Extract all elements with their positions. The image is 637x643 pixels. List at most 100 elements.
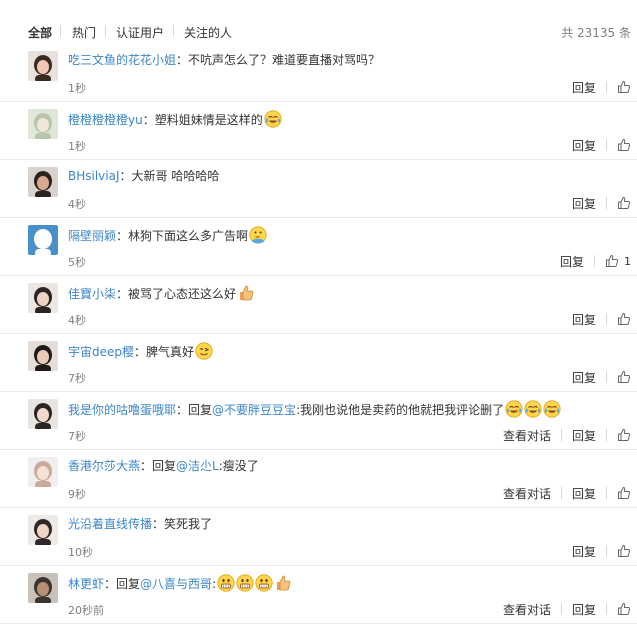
like-button[interactable] [617, 80, 631, 94]
comment-text: 塑料姐妹情是这样的 [154, 113, 263, 127]
mention-link[interactable]: @八喜与西哥 [140, 577, 212, 591]
tab-following[interactable]: 关注的人 [184, 24, 232, 41]
comment-time: 7秒 [68, 372, 86, 385]
comment-time: 1秒 [68, 140, 86, 153]
like-button[interactable] [617, 486, 631, 500]
comment-item: 宇宙deep樱：脾气真好 7秒 回复 [0, 334, 637, 392]
comment-item: 佳寶小柒：被骂了心态还这么好 4秒 回复 [0, 276, 637, 334]
reply-button[interactable]: 回复 [572, 137, 596, 154]
action-divider [606, 139, 607, 151]
user-avatar[interactable] [28, 167, 58, 197]
comment-item: 林更虾：回复@八喜与西哥: 20秒前 查看对话 回复 [0, 566, 637, 624]
comment-actions: 回复 1 [560, 253, 631, 269]
user-avatar[interactable] [28, 51, 58, 81]
thumbs-up-icon [617, 602, 631, 616]
comment-username[interactable]: 香港尔莎大燕 [68, 459, 140, 473]
comment-actions: 回复 [572, 79, 631, 95]
comment-content: 宇宙deep樱：脾气真好 [68, 342, 628, 364]
comment-username[interactable]: 宇宙deep樱 [68, 345, 134, 359]
comment-content: 橙橙橙橙橙yu：塑料姐妹情是这样的 [68, 110, 628, 132]
comment-colon: ： [176, 403, 189, 417]
like-button[interactable] [617, 370, 631, 384]
action-divider [606, 197, 607, 209]
comment-item: BHsilviaJ：大新哥 哈哈哈哈 4秒 回复 [0, 160, 637, 218]
tab-hot[interactable]: 热门 [72, 24, 96, 41]
user-avatar[interactable] [28, 341, 58, 371]
reply-prefix: 回复 [152, 459, 177, 473]
comment-actions: 回复 [572, 137, 631, 153]
action-divider [606, 81, 607, 93]
reply-button[interactable]: 回复 [572, 601, 596, 618]
comment-username[interactable]: BHsilviaJ [68, 169, 120, 183]
action-divider [606, 313, 607, 325]
comment-text: 林狗下面这么多广告啊 [128, 229, 249, 243]
mention-link[interactable]: @洁尐L [176, 459, 219, 473]
tab-verified-users[interactable]: 认证用户 [116, 24, 164, 41]
comment-actions: 查看对话 回复 [503, 601, 631, 617]
mention-link[interactable]: @不要胖豆豆宝 [212, 403, 296, 417]
reply-button[interactable]: 回复 [572, 195, 596, 212]
like-count: 1 [624, 254, 631, 268]
reply-button[interactable]: 回复 [572, 427, 596, 444]
comment-colon: ： [119, 169, 132, 183]
comment-text: 瘦没了 [222, 459, 259, 473]
grin-emoji [217, 574, 235, 596]
user-avatar[interactable] [28, 283, 58, 313]
view-dialog-link[interactable]: 查看对话 [503, 601, 551, 618]
reply-button[interactable]: 回复 [572, 369, 596, 386]
comment-time: 5秒 [68, 256, 86, 269]
comment-username[interactable]: 隔壁丽颖 [68, 229, 116, 243]
like-button[interactable] [617, 196, 631, 210]
reply-prefix: 回复 [116, 577, 141, 591]
comment-content: 我是你的咕噜蛋哦耶：回复@不要胖豆豆宝:我刚也说他是卖药的他就把我评论删了 [68, 400, 628, 422]
user-avatar[interactable] [28, 573, 58, 603]
like-button[interactable]: 1 [605, 254, 631, 268]
comment-filter-tabs: 全部 热门 认证用户 关注的人 共 23135 条 [0, 0, 637, 44]
laugh-cry-emoji [264, 110, 282, 132]
comment-colon: ： [134, 345, 147, 359]
user-avatar[interactable] [28, 225, 58, 255]
laugh-cry-emoji [543, 400, 561, 422]
user-avatar[interactable] [28, 109, 58, 139]
user-avatar[interactable] [28, 457, 58, 487]
thumbs-up-icon [617, 370, 631, 384]
action-divider [606, 603, 607, 615]
comment-text: 我刚也说他是卖药的他就把我评论删了 [300, 403, 505, 417]
comment-time: 10秒 [68, 546, 93, 559]
comment-content: 吃三文鱼的花花小姐：不吭声怎么了？难道要直播对骂吗？ [68, 52, 628, 68]
reply-button[interactable]: 回复 [572, 543, 596, 560]
reply-button[interactable]: 回复 [572, 485, 596, 502]
comment-actions: 回复 [572, 311, 631, 327]
comment-username[interactable]: 吃三文鱼的花花小姐 [68, 53, 176, 67]
comment-time: 9秒 [68, 488, 86, 501]
comment-username[interactable]: 橙橙橙橙橙yu [68, 113, 143, 127]
reply-button[interactable]: 回复 [560, 253, 584, 270]
comment-colon: ： [140, 459, 153, 473]
comment-colon: ： [176, 53, 189, 67]
comment-username[interactable]: 林更虾 [68, 577, 104, 591]
like-button[interactable] [617, 544, 631, 558]
like-button[interactable] [617, 428, 631, 442]
comment-item: 我是你的咕噜蛋哦耶：回复@不要胖豆豆宝:我刚也说他是卖药的他就把我评论删了 7秒 查… [0, 392, 637, 450]
comment-actions: 回复 [572, 369, 631, 385]
comment-username[interactable]: 光沿着直线传播 [68, 517, 152, 531]
like-button[interactable] [617, 602, 631, 616]
view-dialog-link[interactable]: 查看对话 [503, 485, 551, 502]
reply-prefix: 回复 [188, 403, 213, 417]
tab-all[interactable]: 全部 [28, 24, 52, 41]
comment-content: 佳寶小柒：被骂了心态还这么好 [68, 284, 628, 306]
user-avatar[interactable] [28, 515, 58, 545]
comment-content: 林更虾：回复@八喜与西哥: [68, 574, 628, 596]
like-button[interactable] [617, 312, 631, 326]
comment-content: 光沿着直线传播：笑死我了 [68, 516, 628, 532]
action-divider [560, 429, 562, 441]
like-button[interactable] [617, 138, 631, 152]
user-avatar[interactable] [28, 399, 58, 429]
comment-colon: ： [116, 287, 129, 301]
comment-content: BHsilviaJ：大新哥 哈哈哈哈 [68, 168, 628, 184]
reply-button[interactable]: 回复 [572, 79, 596, 96]
comment-username[interactable]: 我是你的咕噜蛋哦耶 [68, 403, 176, 417]
view-dialog-link[interactable]: 查看对话 [503, 427, 551, 444]
comment-username[interactable]: 佳寶小柒 [68, 287, 116, 301]
reply-button[interactable]: 回复 [572, 311, 596, 328]
